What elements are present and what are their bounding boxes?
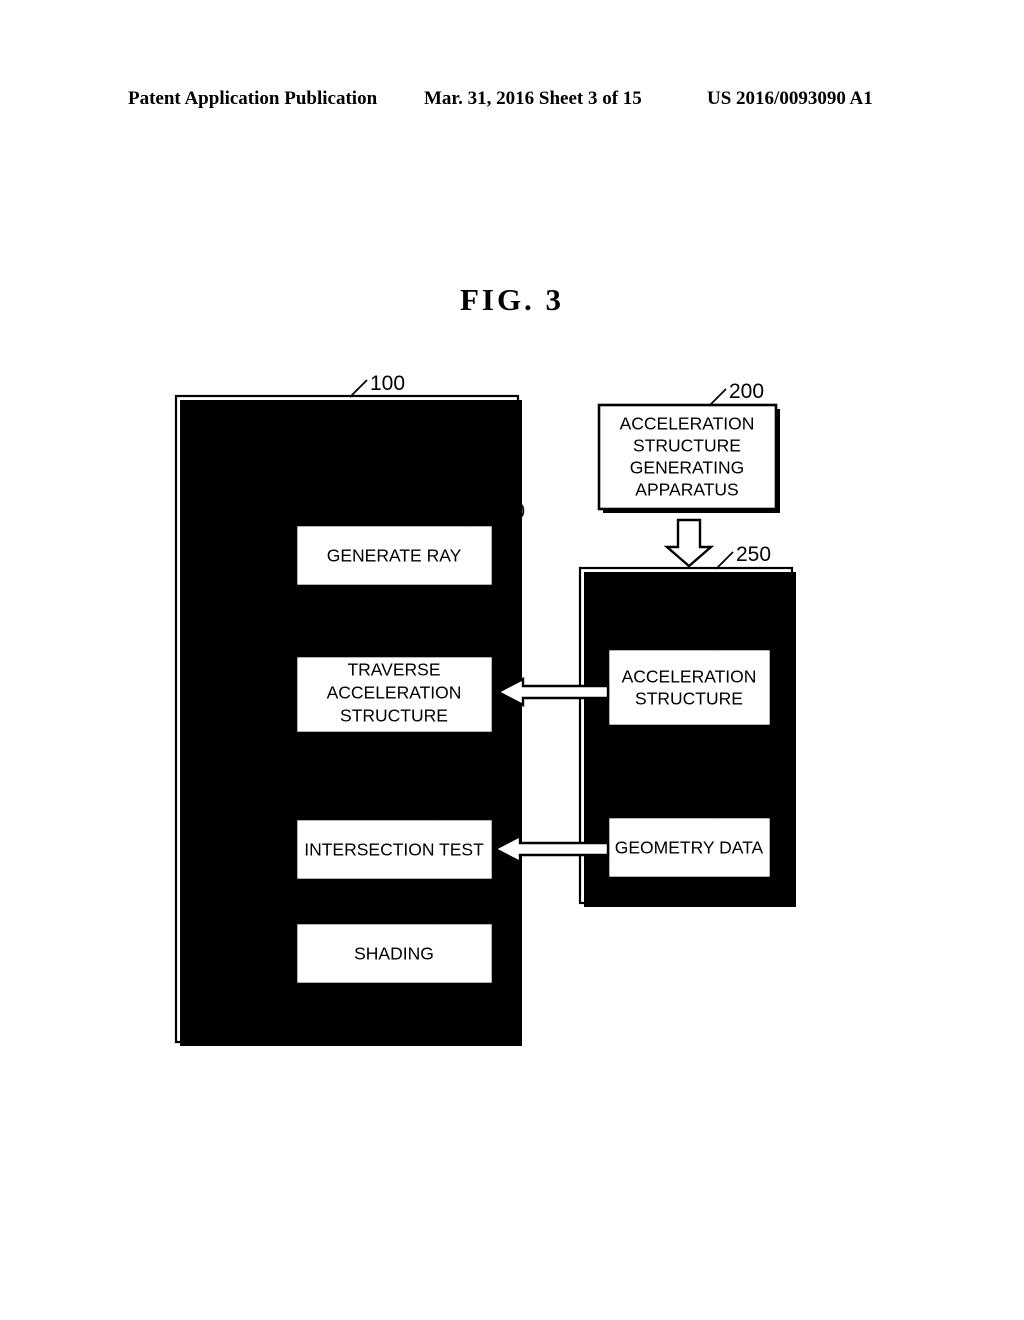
asga-label-line-3: GENERATING [630,458,744,478]
ref-number-250: 250 [736,543,771,566]
intersection-test-label: INTERSECTION TEST [304,840,484,860]
iteration-label-3: ITERATION [215,767,299,784]
acceleration-structure-label-line-2: STRUCTURE [635,689,743,709]
traverse-label-line-3: STRUCTURE [340,706,448,726]
ref-number-340: 340 [457,898,492,921]
ray-tracing-core-title: RAY TRACING CORE [259,420,432,440]
figure-3-diagram: 100 RAY TRACING CORE ITERATION 310 GENER… [0,0,1024,1320]
ref-number-320: 320 [453,630,488,653]
asga-label-line-4: APPARATUS [635,480,738,500]
ref-number-330: 330 [454,794,489,817]
asga-label-line-1: ACCELERATION [620,414,755,434]
ref-number-310: 310 [490,500,525,523]
generate-ray-label: GENERATE RAY [327,546,462,566]
shading-label: SHADING [354,944,434,964]
geometry-data-label: GEOMETRY DATA [615,838,764,858]
block-arrow-down-icon [663,518,715,568]
ref-number-200: 200 [729,380,764,403]
ref-number-100: 100 [370,372,405,395]
ref-number-251: 251 [738,624,773,647]
external-memory-title: EXTERNAL MEMORY [598,586,773,606]
ref-number-252: 252 [738,792,773,815]
traverse-label-line-1: TRAVERSE [347,660,440,680]
traverse-label-line-2: ACCELERATION [327,683,462,703]
acceleration-structure-label-line-1: ACCELERATION [622,667,757,687]
acceleration-structure-generating-apparatus: 200 ACCELERATION STRUCTURE GENERATING AP… [597,380,780,513]
iteration-label-1: ITERATION [215,473,299,490]
asga-label-line-2: STRUCTURE [633,436,741,456]
iteration-label-2: ITERATION [215,606,299,623]
